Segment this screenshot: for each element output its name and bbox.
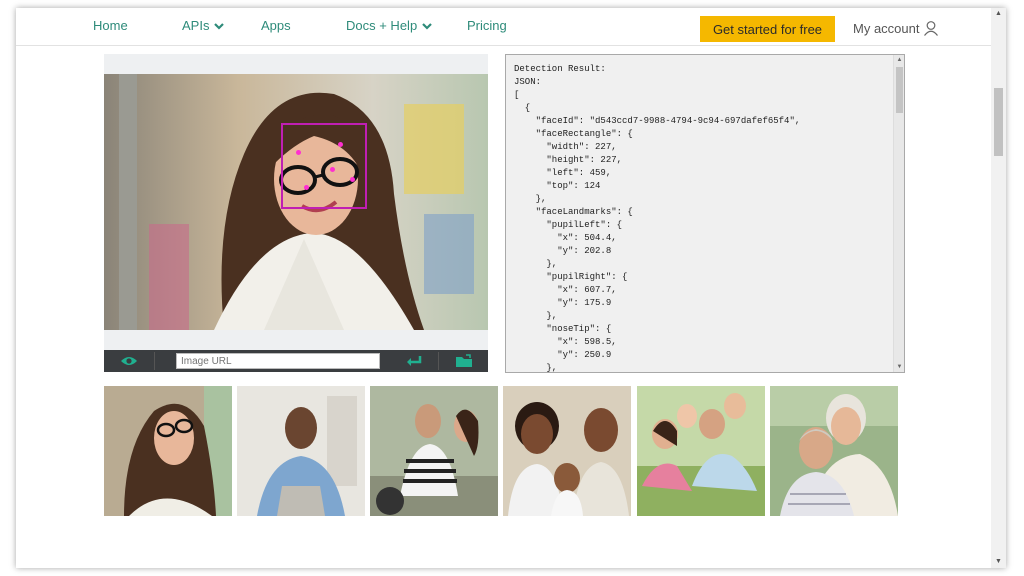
thumbnail-image xyxy=(237,386,365,516)
thumbnail-image xyxy=(770,386,898,516)
thumbnail-image xyxy=(104,386,232,516)
enter-arrow-icon xyxy=(407,356,422,366)
thumbnail-couple-on-scooter[interactable] xyxy=(370,386,498,516)
pupil-left-marker xyxy=(296,150,301,155)
thumbnail-senior-couple[interactable] xyxy=(770,386,898,516)
nav-docs-help[interactable]: Docs + Help xyxy=(346,18,432,33)
browser-window: Home APIs Apps Docs + Help Pricing Get s… xyxy=(16,8,1006,568)
nose-tip-marker xyxy=(330,167,335,172)
submit-url-button[interactable] xyxy=(394,350,434,372)
scroll-down-icon[interactable]: ▼ xyxy=(894,362,904,372)
json-scroll-thumb[interactable] xyxy=(896,67,903,113)
thumbnail-family-on-grass[interactable] xyxy=(637,386,765,516)
nav-apps[interactable]: Apps xyxy=(261,18,291,33)
thumbnail-man-denim-shirt[interactable] xyxy=(237,386,365,516)
folder-icon xyxy=(456,354,472,367)
thumbnail-family-with-baby[interactable] xyxy=(503,386,631,516)
page-scroll-down-icon[interactable]: ▼ xyxy=(991,556,1006,568)
view-toggle-button[interactable] xyxy=(104,350,154,372)
page-scroll-thumb[interactable] xyxy=(994,88,1003,156)
thumbnail-image xyxy=(503,386,631,516)
mouth-left-marker xyxy=(304,185,309,190)
detected-photo xyxy=(104,74,488,330)
image-url-toolbar xyxy=(104,350,488,372)
image-url-input[interactable] xyxy=(176,353,380,369)
user-icon xyxy=(924,21,939,36)
page-scroll-up-icon[interactable]: ▲ xyxy=(991,8,1006,20)
nav-home-label: Home xyxy=(93,18,128,33)
top-navigation: Home APIs Apps Docs + Help Pricing Get s… xyxy=(16,8,991,46)
toolbar-divider xyxy=(438,352,439,370)
image-preview-panel xyxy=(104,54,488,372)
nav-docs-label: Docs + Help xyxy=(346,18,418,33)
thumbnail-image xyxy=(370,386,498,516)
thumbnail-image xyxy=(637,386,765,516)
scroll-up-icon[interactable]: ▲ xyxy=(894,55,904,65)
nav-apis[interactable]: APIs xyxy=(182,18,225,33)
json-scrollbar[interactable]: ▲ ▼ xyxy=(893,55,904,372)
page-scrollbar[interactable]: ▲ ▼ xyxy=(991,8,1006,568)
face-rectangle-overlay xyxy=(281,123,367,209)
sample-images-strip xyxy=(104,386,904,516)
json-result-text: Detection Result: JSON: [ { "faceId": "d… xyxy=(514,64,801,373)
detection-result-panel[interactable]: Detection Result: JSON: [ { "faceId": "d… xyxy=(505,54,905,373)
my-account-label: My account xyxy=(853,20,920,36)
pupil-right-marker xyxy=(338,142,343,147)
eye-icon xyxy=(121,357,137,365)
get-started-button[interactable]: Get started for free xyxy=(700,16,835,42)
thumbnail-woman-with-glasses[interactable] xyxy=(104,386,232,516)
mouth-right-marker xyxy=(350,177,355,182)
chevron-down-icon xyxy=(214,22,225,30)
nav-apis-label: APIs xyxy=(182,18,210,33)
nav-home[interactable]: Home xyxy=(93,18,128,33)
open-folder-button[interactable] xyxy=(440,350,488,372)
toolbar-divider xyxy=(154,352,155,370)
nav-apps-label: Apps xyxy=(261,18,291,33)
my-account-link[interactable]: My account xyxy=(853,20,939,36)
chevron-down-icon xyxy=(422,22,432,30)
nav-pricing[interactable]: Pricing xyxy=(467,18,507,33)
nav-pricing-label: Pricing xyxy=(467,18,507,33)
